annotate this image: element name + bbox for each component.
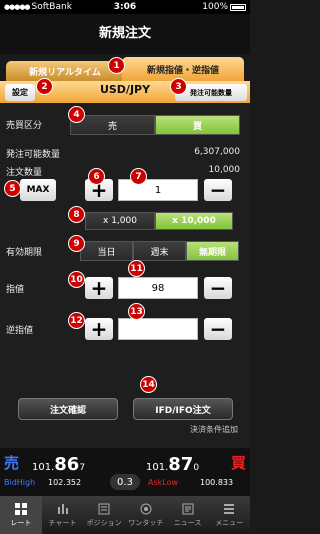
spread-value: 0.3 xyxy=(110,474,140,490)
stop-input[interactable] xyxy=(118,318,198,340)
grid-icon xyxy=(14,503,27,515)
qty-minus-button[interactable]: − xyxy=(204,178,232,202)
max-button[interactable]: MAX xyxy=(20,179,56,201)
ask-small: 0 xyxy=(193,463,200,473)
qty-label: 注文数量 xyxy=(6,168,43,178)
onetouch-icon xyxy=(140,503,152,515)
menu-icon xyxy=(224,504,235,514)
nav-position-label: ポジション xyxy=(86,519,122,527)
badge-11: 11 xyxy=(128,260,145,277)
nav-menu[interactable]: メニュー xyxy=(208,496,250,534)
bidhigh-value: 102.352 xyxy=(48,478,82,487)
order-form: 売買区分 売 買 発注可能数量 6,307,000 注文数量 10,000 MA… xyxy=(0,103,250,448)
battery-icon xyxy=(230,3,246,11)
limit-input[interactable]: 98 xyxy=(118,277,198,299)
bottom-nav: レート チャート ポジション ワンタッチ ニュース メニュー xyxy=(0,496,250,534)
buy-toggle[interactable]: 買 xyxy=(155,115,240,135)
badge-12: 12 xyxy=(68,312,85,329)
ask-rate[interactable]: 101.870 xyxy=(146,454,199,475)
badge-9: 9 xyxy=(68,235,85,252)
battery-percent: 100% xyxy=(202,2,228,12)
bid-small: 7 xyxy=(79,463,86,473)
buy-rate-label[interactable]: 買 xyxy=(231,452,246,473)
nav-position[interactable]: ポジション xyxy=(83,496,125,534)
badge-7: 7 xyxy=(130,168,147,185)
tab-limit-stop[interactable]: 新規指値・逆指値 xyxy=(122,57,244,81)
order-tabs: 新規リアルタイム 新規指値・逆指値 xyxy=(0,57,250,81)
page-title: 新規注文 xyxy=(0,14,250,54)
badge-6: 6 xyxy=(88,168,105,185)
qty-input[interactable]: 1 xyxy=(118,179,198,201)
badge-13: 13 xyxy=(128,303,145,320)
nav-chart-label: チャート xyxy=(48,519,77,527)
ask-main: 101. xyxy=(146,462,169,473)
nav-news[interactable]: ニュース xyxy=(167,496,209,534)
badge-3: 3 xyxy=(170,78,187,95)
badge-5: 5 xyxy=(4,180,21,197)
stop-plus-button[interactable]: + xyxy=(85,317,113,341)
asklow-label: AskLow xyxy=(148,478,179,487)
news-icon xyxy=(182,503,194,515)
nav-rate-label: レート xyxy=(10,519,32,527)
orderable-value: 6,307,000 xyxy=(194,147,240,157)
stop-label: 逆指値 xyxy=(6,326,34,336)
asklow-value: 100.833 xyxy=(200,478,234,487)
nav-chart[interactable]: チャート xyxy=(42,496,84,534)
bid-big: 86 xyxy=(54,454,80,475)
side-label: 売買区分 xyxy=(6,121,43,131)
sell-rate-label[interactable]: 売 xyxy=(4,452,19,473)
rate-panel: 売 101.867 101.870 買 BidHigh 102.352 0.3 … xyxy=(0,448,250,496)
nav-menu-label: メニュー xyxy=(215,519,244,527)
limit-minus-button[interactable]: − xyxy=(204,276,232,300)
position-icon xyxy=(98,503,110,515)
bid-rate[interactable]: 101.867 xyxy=(32,454,85,475)
orderable-label: 発注可能数量 xyxy=(6,150,61,160)
stop-minus-button[interactable]: − xyxy=(204,317,232,341)
multiplier-10000[interactable]: x 10,000 xyxy=(155,212,233,230)
bidhigh-label: BidHigh xyxy=(4,478,36,487)
badge-8: 8 xyxy=(68,206,85,223)
confirm-order-button[interactable]: 注文確認 xyxy=(18,398,118,420)
chart-icon xyxy=(57,504,68,514)
tab-realtime[interactable]: 新規リアルタイム xyxy=(6,61,124,81)
badge-14: 14 xyxy=(140,376,157,393)
nav-onetouch-label: ワンタッチ xyxy=(128,519,164,527)
badge-2: 2 xyxy=(36,78,53,95)
badge-4: 4 xyxy=(68,106,85,123)
qty-unit: 10,000 xyxy=(208,165,241,175)
ask-big: 87 xyxy=(168,454,194,475)
bid-main: 101. xyxy=(32,462,55,473)
limit-plus-button[interactable]: + xyxy=(85,276,113,300)
badge-1: 1 xyxy=(108,57,125,74)
ifd-ifo-button[interactable]: IFD/IFO注文 xyxy=(133,398,233,420)
nav-onetouch[interactable]: ワンタッチ xyxy=(125,496,167,534)
expiry-today[interactable]: 当日 xyxy=(80,241,133,261)
add-settlement-link[interactable]: 決済条件追加 xyxy=(190,424,238,435)
nav-rate[interactable]: レート xyxy=(0,496,42,534)
status-bar: ●●●●● SoftBank 3:06 100% xyxy=(0,0,250,14)
expiry-label: 有効期限 xyxy=(6,248,43,258)
expiry-indefinite[interactable]: 無期限 xyxy=(186,241,239,261)
battery: 100% xyxy=(202,2,246,12)
limit-label: 指値 xyxy=(6,285,25,295)
expiry-weekend[interactable]: 週末 xyxy=(133,241,186,261)
multiplier-1000[interactable]: x 1,000 xyxy=(85,212,155,230)
badge-10: 10 xyxy=(68,271,85,288)
nav-news-label: ニュース xyxy=(173,519,202,527)
